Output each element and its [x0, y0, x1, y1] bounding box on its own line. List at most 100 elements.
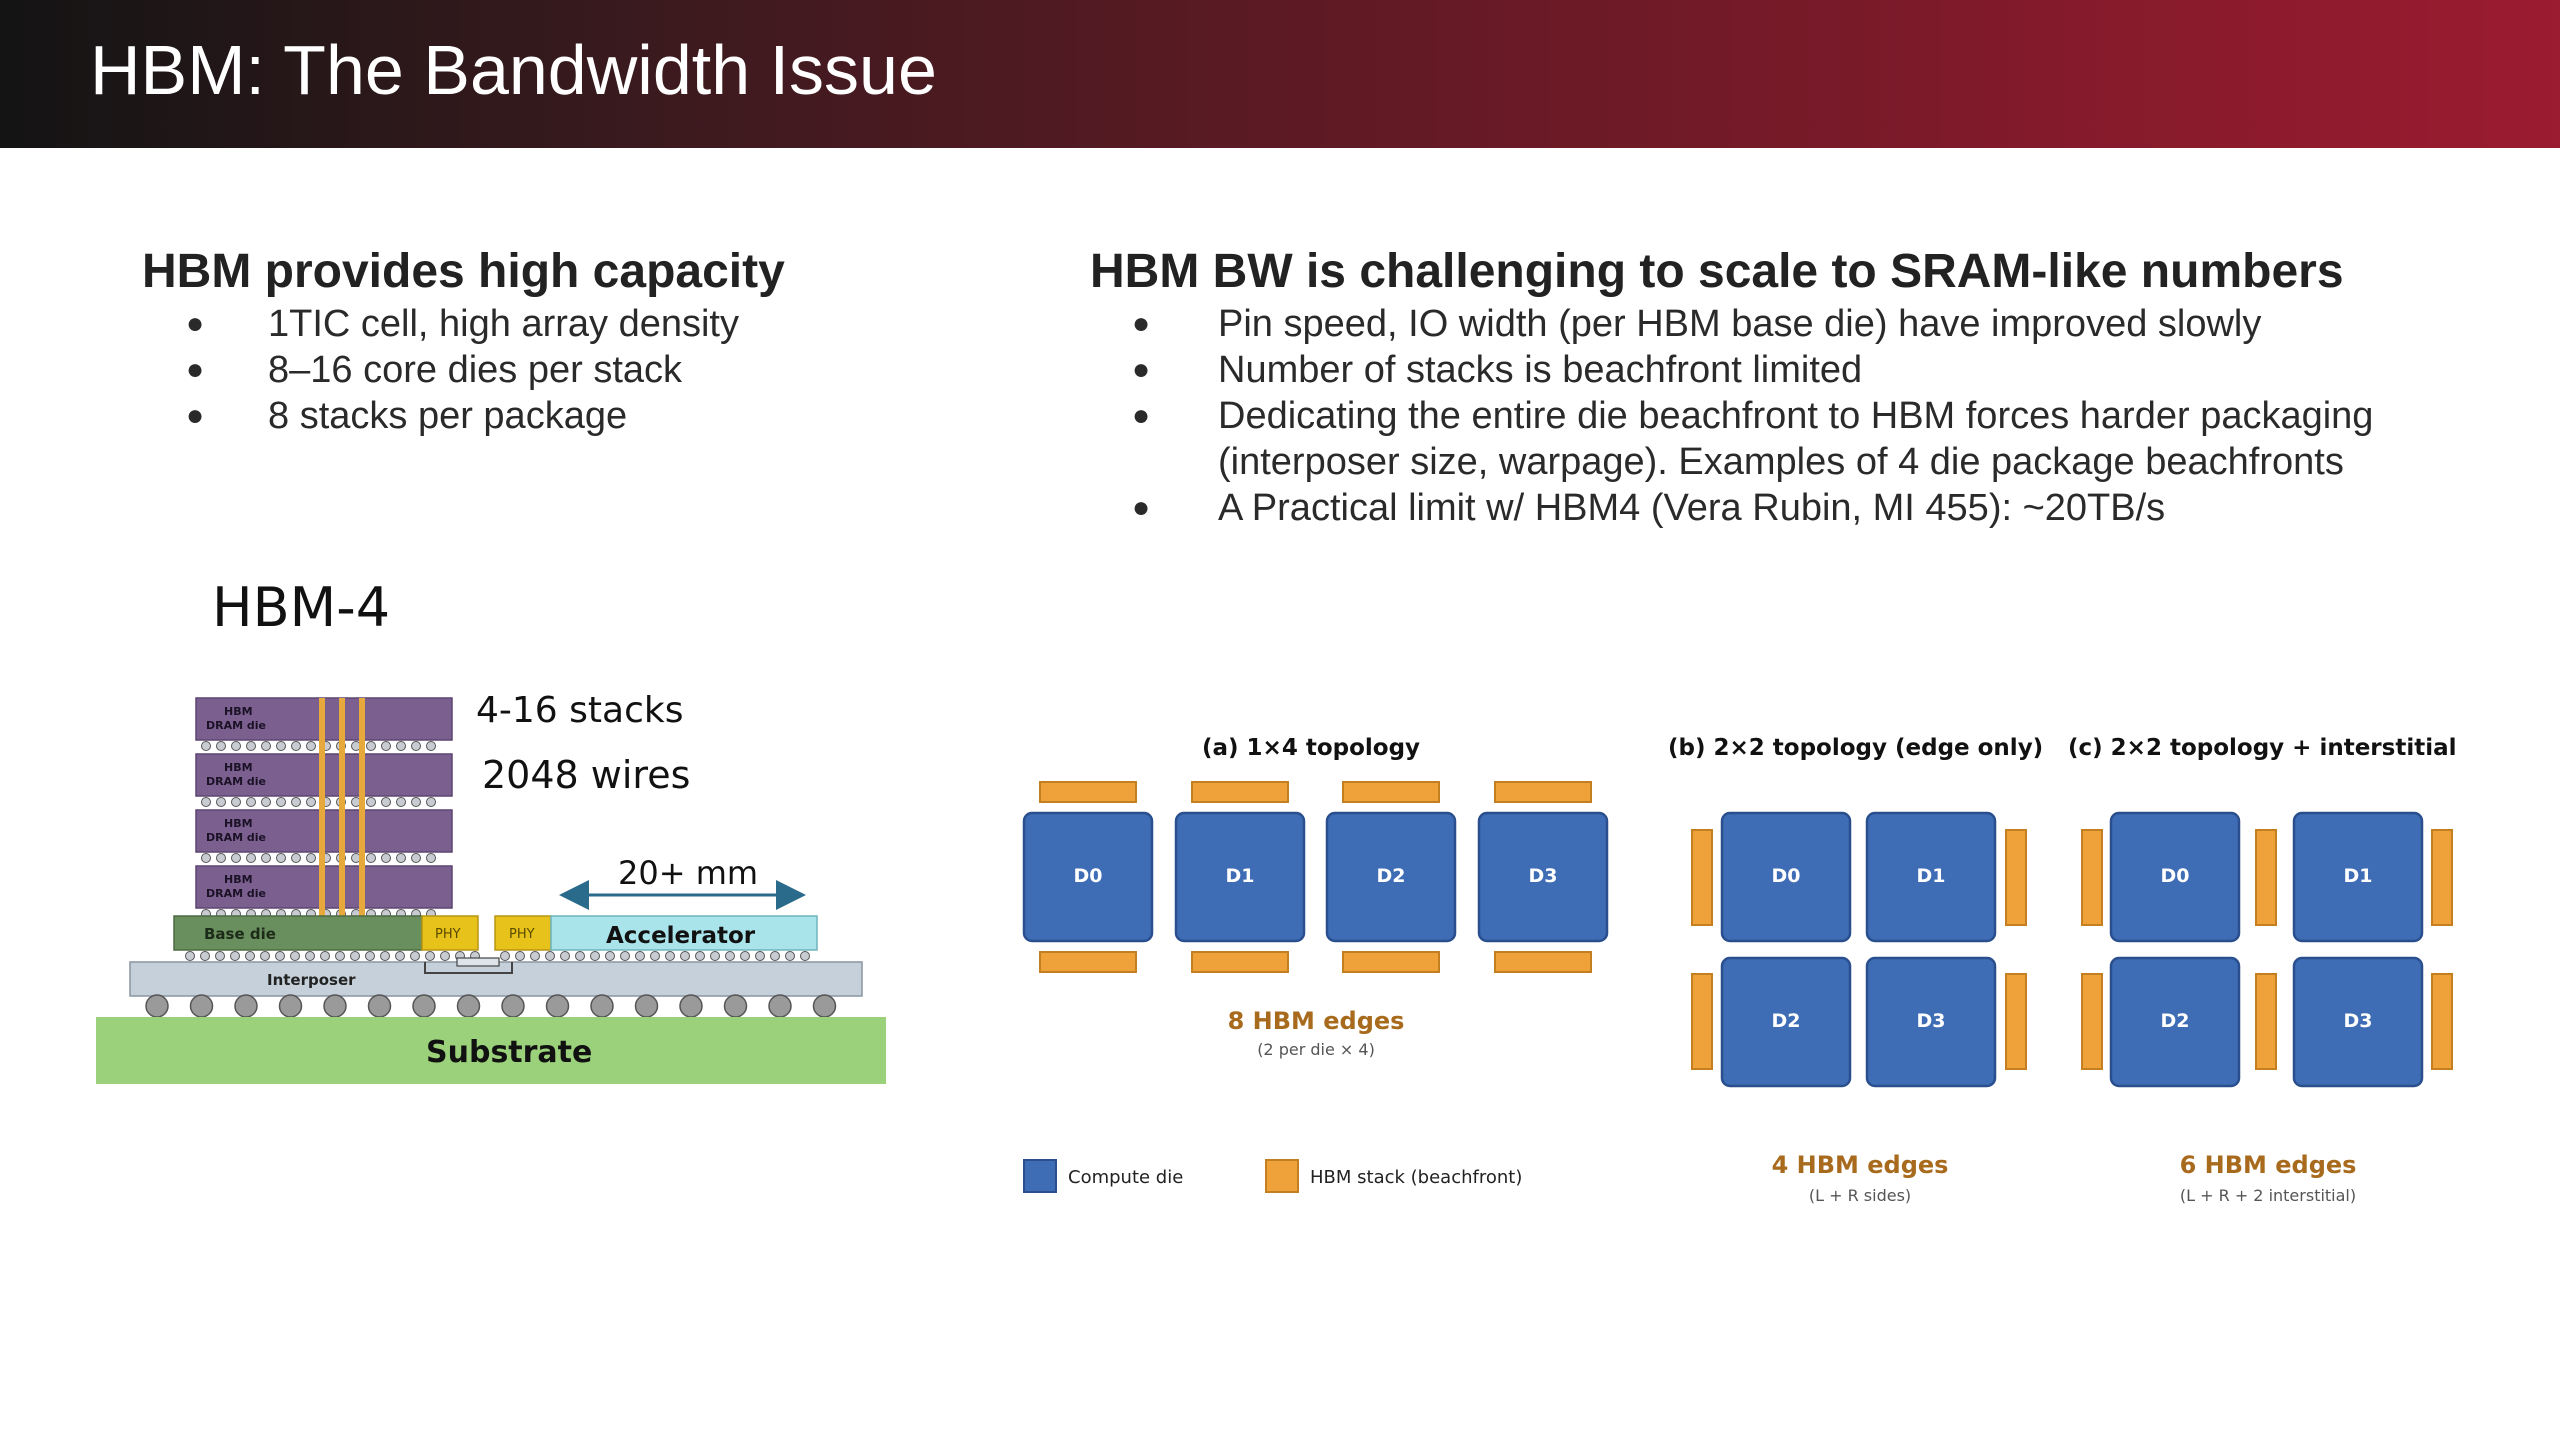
- micro-bump: [396, 797, 406, 807]
- dram-die-label: HBM: [224, 817, 253, 830]
- c4-bump: [590, 994, 614, 1018]
- substrate-label: Substrate: [426, 1035, 592, 1070]
- phy-label-right: PHY: [509, 927, 535, 942]
- tsv-column: [359, 698, 365, 950]
- bullet-icon: ●: [1132, 491, 1151, 524]
- c4-bump: [412, 994, 436, 1018]
- bullet-text: 1TIC cell, high array density: [268, 303, 739, 345]
- micro-bump: [515, 951, 525, 961]
- bullet-text: Dedicating the entire die beachfront to …: [1218, 395, 2374, 483]
- hbm-stack: [1342, 781, 1440, 803]
- micro-bump: [411, 797, 421, 807]
- micro-bump: [276, 741, 286, 751]
- bullet-icon: ●: [186, 307, 205, 340]
- micro-bump: [216, 797, 226, 807]
- hbm-stack: [1342, 951, 1440, 973]
- interposer-label: Interposer: [267, 971, 356, 989]
- micro-bump: [231, 741, 241, 751]
- micro-bump: [201, 797, 211, 807]
- list-item: ● Dedicating the entire die beachfront to…: [1090, 393, 2530, 485]
- micro-bump: [216, 853, 226, 863]
- bullet-text: 8 stacks per package: [268, 395, 628, 437]
- c4-bump-row: [145, 994, 837, 1018]
- dram-die-label: DRAM die: [206, 887, 266, 900]
- die-label: D0: [1074, 865, 1103, 887]
- micro-bump: [291, 741, 301, 751]
- micro-bump: [770, 951, 780, 961]
- micro-bump: [590, 951, 600, 961]
- micro-bump: [291, 797, 301, 807]
- micro-bump: [695, 951, 705, 961]
- panel-a-edges-label: 8 HBM edges: [1228, 1007, 1405, 1035]
- hbm-stack: [2255, 829, 2277, 926]
- beachfront-topology-diagram: (a) 1×4 topology (b) 2×2 topology (edge …: [1022, 735, 2456, 1205]
- micro-bump: [305, 951, 315, 961]
- micro-bump: [215, 951, 225, 961]
- die-label: D1: [2344, 865, 2373, 887]
- left-bullet-list: ● 1TIC cell, high array density ● 8–16 cor…: [142, 301, 1042, 439]
- die-label: D1: [1226, 865, 1255, 887]
- micro-bump: [245, 951, 255, 961]
- bullet-icon: ●: [1132, 399, 1151, 432]
- micro-bump: [246, 797, 256, 807]
- hbm-stack: [2081, 829, 2103, 926]
- list-item: ● Pin speed, IO width (per HBM base die) …: [1090, 301, 2530, 347]
- list-item: ● 8 stacks per package: [142, 393, 1042, 439]
- panel-a-edges-note: (2 per die × 4): [1257, 1040, 1375, 1059]
- micro-bump: [291, 853, 301, 863]
- micro-bump: [440, 951, 450, 961]
- hbm-stack: [1039, 951, 1137, 973]
- micro-bump: [500, 951, 510, 961]
- micro-bump: [306, 741, 316, 751]
- c4-bump: [367, 994, 392, 1018]
- micro-bump: [620, 951, 630, 961]
- hbm-stack: [2081, 973, 2103, 1070]
- micro-bump: [230, 951, 240, 961]
- micro-bump: [366, 853, 376, 863]
- micro-bump: [275, 951, 285, 961]
- hbm-stack: [1691, 829, 1713, 926]
- micro-bump: [725, 951, 735, 961]
- micro-bump: [261, 741, 271, 751]
- micro-bump: [650, 951, 660, 961]
- c4-bump: [723, 994, 748, 1018]
- wires-label: 2048 wires: [482, 753, 690, 797]
- left-column: HBM provides high capacity ● 1TIC cell, h…: [142, 244, 1042, 439]
- c4-bump: [234, 994, 258, 1018]
- hbm-stack: [2255, 973, 2277, 1070]
- micro-bump: [381, 797, 391, 807]
- hbm-stack: [1191, 781, 1289, 803]
- micro-bump: [605, 951, 615, 961]
- die-label: D0: [1772, 865, 1801, 887]
- stacks-label: 4-16 stacks: [476, 690, 683, 731]
- slide-title: HBM: The Bandwidth Issue: [90, 31, 937, 109]
- die-label: D2: [2161, 1010, 2190, 1032]
- micro-bump: [635, 951, 645, 961]
- dram-die-stack: HBMDRAM dieHBMDRAM dieHBMDRAM dieHBMDRAM…: [195, 697, 453, 950]
- panel-a-1x4-topology: D0 D1 D2 D3 8 HBM edges (2 per die × 4): [1022, 781, 1609, 1059]
- legend-compute-label: Compute die: [1068, 1167, 1183, 1188]
- c4-bump: [323, 994, 347, 1018]
- bullet-icon: ●: [186, 399, 205, 432]
- panel-b-2x2-edge-topology: D0 D1 D2 D3 4 HBM edges (L + R sides): [1691, 811, 2027, 1205]
- c4-bump: [812, 994, 837, 1018]
- micro-bump: [411, 741, 421, 751]
- die-label: D3: [2344, 1010, 2373, 1032]
- micro-bump: [335, 951, 345, 961]
- hbm-stack: [1494, 781, 1592, 803]
- c4-bump: [545, 994, 570, 1018]
- dram-die-label: HBM: [224, 873, 253, 886]
- micro-bump: [396, 741, 406, 751]
- hbm4-cross-section-diagram: HBM-4 HBMDRAM dieHBMDRAM dieHBMDRAM dieH…: [96, 576, 886, 1084]
- dram-die-label: HBM: [224, 761, 253, 774]
- panel-b-edges-note: (L + R sides): [1809, 1186, 1911, 1205]
- right-bullet-list: ● Pin speed, IO width (per HBM base die) …: [1090, 301, 2530, 531]
- hbm-stack: [1691, 973, 1713, 1070]
- hbm-stack: [2431, 973, 2453, 1070]
- c4-bump: [278, 994, 303, 1018]
- hbm-diagram-title: HBM-4: [212, 576, 390, 639]
- c4-bump: [768, 994, 792, 1018]
- micro-bump: [306, 797, 316, 807]
- hbm-stack: [2431, 829, 2453, 926]
- c4-bump: [634, 994, 659, 1018]
